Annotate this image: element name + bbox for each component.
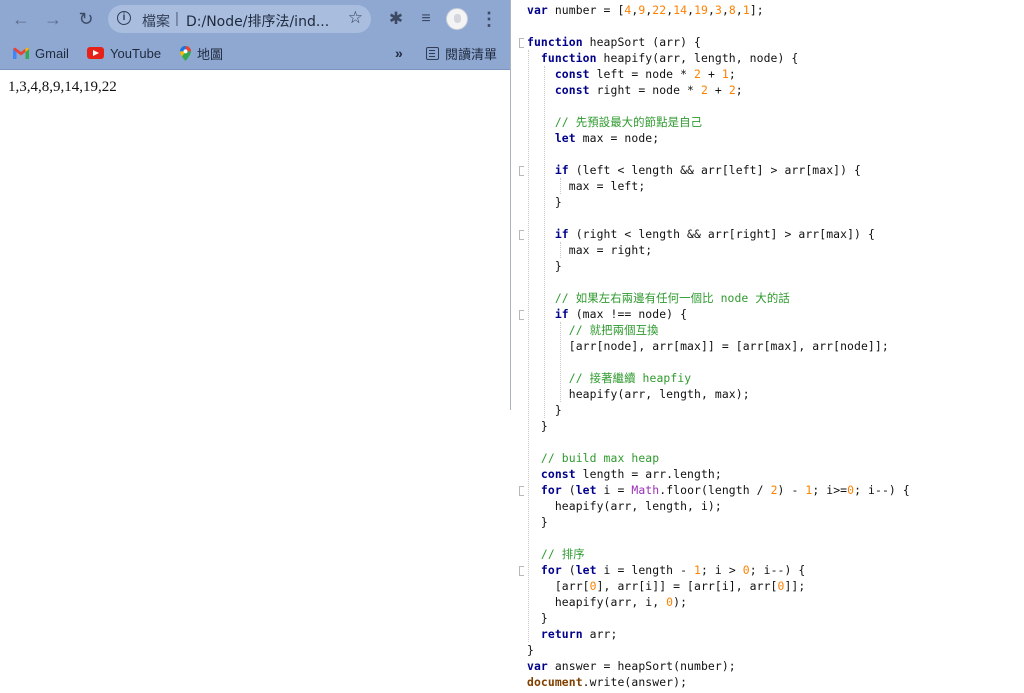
media-control-icon[interactable]: ≡ xyxy=(413,6,439,32)
window-divider xyxy=(510,0,511,410)
code-line[interactable]: max = right; xyxy=(527,242,652,258)
maps-icon xyxy=(180,46,191,61)
bookmark-label: 地圖 xyxy=(197,46,224,62)
browser-window: ← → ↻ i 檔案 | D:/Node/排序法/ind... ☆ ✱ ≡ ⋮ xyxy=(0,0,511,410)
indent-guide xyxy=(560,242,561,258)
code-line[interactable]: // 如果左右兩邊有任何一個比 node 大的話 xyxy=(527,290,790,306)
gmail-icon xyxy=(13,47,29,59)
code-line[interactable]: } xyxy=(527,610,548,626)
extensions-puzzle-icon[interactable]: ✱ xyxy=(383,6,409,32)
reading-list-button[interactable]: 閱讀清單 xyxy=(426,43,497,63)
code-line[interactable]: [arr[0], arr[i]] = [arr[i], arr[0]]; xyxy=(527,578,805,594)
address-scheme-label: 檔案 xyxy=(142,14,170,30)
code-line[interactable]: for (let i = Math.floor(length / 2) - 1;… xyxy=(527,482,910,498)
code-line[interactable]: function heapify(arr, length, node) { xyxy=(527,50,798,66)
page-content: 1,3,4,8,9,14,19,22 xyxy=(0,70,510,410)
code-line[interactable]: heapify(arr, i, 0); xyxy=(527,594,687,610)
back-arrow-icon[interactable]: ← xyxy=(8,6,34,32)
fold-marker-icon[interactable] xyxy=(519,486,524,496)
code-line[interactable]: const right = node * 2 + 2; xyxy=(527,82,743,98)
code-line[interactable]: // 就把兩個互換 xyxy=(527,322,659,338)
code-line[interactable]: let max = node; xyxy=(527,130,659,146)
fold-marker-icon[interactable] xyxy=(519,166,524,176)
indent-guide xyxy=(544,66,545,418)
code-line[interactable]: document.write(answer); xyxy=(527,674,687,690)
bookmark-label: Gmail xyxy=(35,45,69,61)
profile-avatar[interactable] xyxy=(446,8,468,30)
bookmark-star-icon[interactable]: ☆ xyxy=(348,8,363,28)
code-line[interactable]: var answer = heapSort(number); xyxy=(527,658,736,674)
bookmark-maps[interactable]: 地圖 xyxy=(180,43,223,63)
code-line[interactable]: } xyxy=(527,514,548,530)
code-line[interactable]: const left = node * 2 + 1; xyxy=(527,66,736,82)
address-url[interactable]: D:/Node/排序法/ind... xyxy=(186,11,334,31)
fold-marker-icon[interactable] xyxy=(519,566,524,576)
code-line[interactable]: // 先預設最大的節點是自己 xyxy=(527,114,702,130)
code-line[interactable]: const length = arr.length; xyxy=(527,466,722,482)
code-line[interactable]: return arr; xyxy=(527,626,617,642)
code-line[interactable]: if (left < length && arr[left] > arr[max… xyxy=(527,162,861,178)
code-line[interactable]: // 排序 xyxy=(527,546,585,562)
reading-list-label: 閱讀清單 xyxy=(445,46,498,62)
bookmarks-overflow-chevron-icon[interactable]: » xyxy=(395,43,403,63)
bookmarks-bar: Gmail YouTube 地圖 » 閱讀清單 xyxy=(0,38,511,70)
youtube-icon xyxy=(87,47,104,59)
bookmark-label: YouTube xyxy=(110,45,162,61)
code-line[interactable]: for (let i = length - 1; i > 0; i--) { xyxy=(527,562,805,578)
fold-marker-icon[interactable] xyxy=(519,310,524,320)
reading-list-icon xyxy=(426,46,439,60)
code-line[interactable]: // build max heap xyxy=(527,450,659,466)
browser-toolbar: ← → ↻ i 檔案 | D:/Node/排序法/ind... ☆ ✱ ≡ ⋮ xyxy=(0,0,511,38)
address-bar[interactable]: i 檔案 | D:/Node/排序法/ind... ☆ xyxy=(108,5,371,33)
code-line[interactable]: [arr[node], arr[max]] = [arr[max], arr[n… xyxy=(527,338,889,354)
indent-guide xyxy=(560,322,561,402)
sorted-output-text: 1,3,4,8,9,14,19,22 xyxy=(8,79,117,95)
bookmark-youtube[interactable]: YouTube xyxy=(87,43,161,63)
code-line[interactable]: } xyxy=(527,418,548,434)
code-line[interactable]: } xyxy=(527,642,534,658)
code-line[interactable]: var number = [4,9,22,14,19,3,8,1]; xyxy=(527,2,764,18)
indent-guide xyxy=(560,178,561,194)
bookmark-gmail[interactable]: Gmail xyxy=(13,43,69,63)
indent-guide xyxy=(528,50,529,642)
code-line[interactable]: // 接著繼續 heapfiy xyxy=(527,370,691,386)
info-icon[interactable]: i xyxy=(117,11,131,25)
address-separator: | xyxy=(175,10,179,27)
code-line[interactable]: if (right < length && arr[right] > arr[m… xyxy=(527,226,875,242)
code-editor[interactable]: var number = [4,9,22,14,19,3,8,1]; functi… xyxy=(519,0,1024,693)
code-line[interactable]: function heapSort (arr) { xyxy=(527,34,701,50)
code-line[interactable]: heapify(arr, length, i); xyxy=(527,498,722,514)
fold-marker-icon[interactable] xyxy=(519,38,524,48)
code-line[interactable]: if (max !== node) { xyxy=(527,306,687,322)
browser-menu-icon[interactable]: ⋮ xyxy=(476,6,502,32)
reload-icon[interactable]: ↻ xyxy=(73,6,99,32)
fold-marker-icon[interactable] xyxy=(519,230,524,240)
forward-arrow-icon[interactable]: → xyxy=(40,6,66,32)
